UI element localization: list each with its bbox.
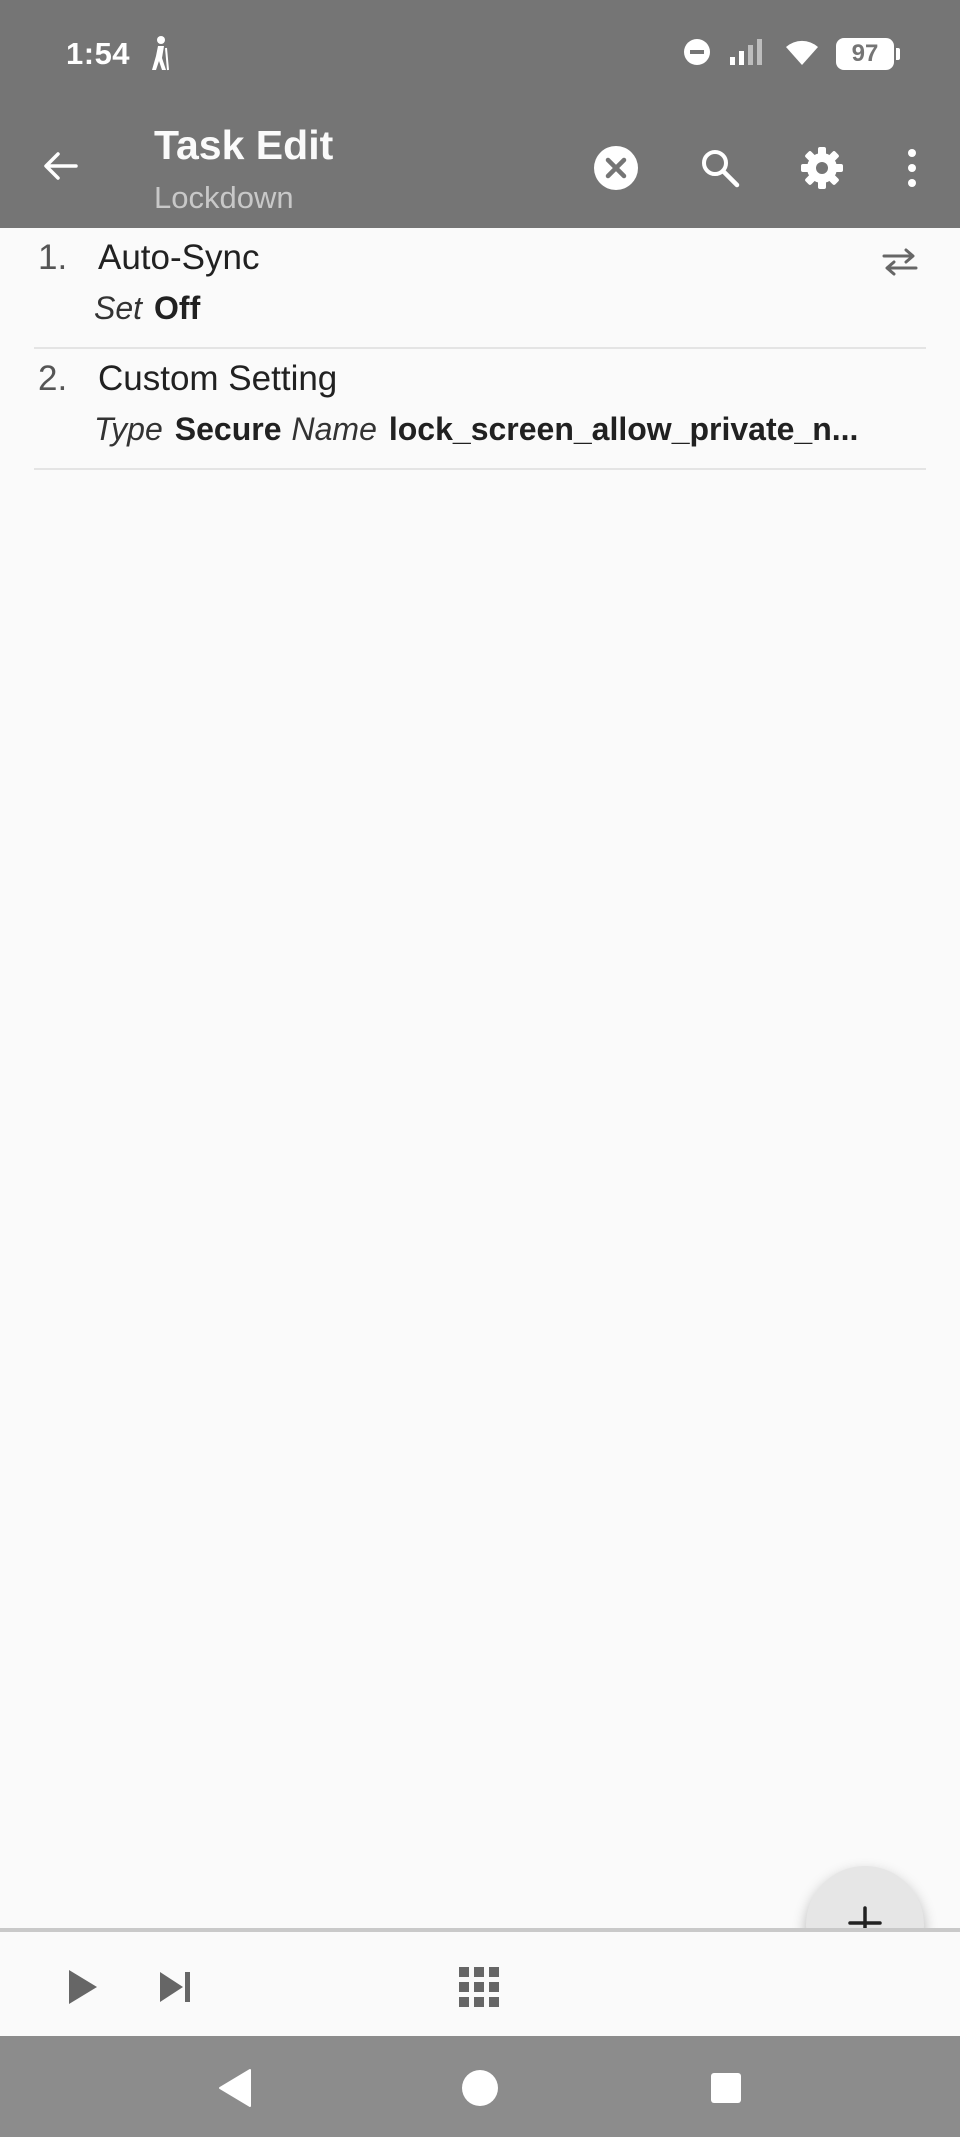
dnd-icon	[682, 37, 712, 72]
param-key: Set	[94, 290, 143, 326]
list-item-action-2[interactable]: 2. Custom Setting Type Secure Name lock_scr…	[34, 349, 926, 470]
param-key: Name	[291, 411, 377, 447]
nav-recents-icon[interactable]	[696, 2058, 756, 2118]
status-time: 1:54	[66, 36, 131, 71]
param-key: Type	[94, 411, 163, 447]
gear-icon[interactable]	[792, 138, 852, 198]
nav-back-icon[interactable]	[204, 2058, 264, 2118]
param-value: Secure	[174, 411, 282, 447]
toolbar: Task Edit Lockdown	[0, 110, 960, 228]
search-icon[interactable]	[690, 138, 750, 198]
action-params: Type Secure Name lock_screen_allow_private_…	[94, 411, 894, 448]
grid-icon[interactable]	[444, 1952, 514, 2022]
action-list: 1. Auto-Sync Set Off 2. Custom Setting Ty…	[34, 228, 926, 470]
signal-icon	[728, 37, 768, 72]
list-item-action-1[interactable]: 1. Auto-Sync Set Off	[34, 228, 926, 349]
close-circle-icon[interactable]	[586, 138, 646, 198]
bottom-action-bar	[0, 1928, 960, 2036]
action-number: 2.	[38, 359, 68, 398]
action-number: 1.	[38, 238, 68, 277]
param-value: lock_screen_allow_private_n...	[388, 411, 859, 447]
play-icon[interactable]	[48, 1952, 118, 2022]
action-name: Auto-Sync	[98, 238, 260, 277]
back-arrow-icon[interactable]	[30, 136, 90, 196]
action-name: Custom Setting	[98, 359, 338, 398]
nav-home-icon[interactable]	[450, 2058, 510, 2118]
system-nav-bar	[0, 2036, 960, 2137]
page-title: Task Edit	[154, 122, 334, 168]
more-vert-icon[interactable]	[882, 138, 942, 198]
wifi-icon	[784, 37, 820, 72]
battery-icon: 97	[836, 38, 900, 70]
param-value: Off	[154, 290, 201, 326]
skip-next-icon[interactable]	[140, 1952, 210, 2022]
action-params: Set Off	[94, 290, 894, 327]
hiker-icon	[144, 34, 174, 74]
status-bar: 1:54 97	[0, 0, 960, 110]
page-subtitle: Lockdown	[154, 180, 294, 215]
swap-arrows-icon[interactable]	[880, 242, 920, 282]
status-icons: 97	[682, 36, 900, 72]
